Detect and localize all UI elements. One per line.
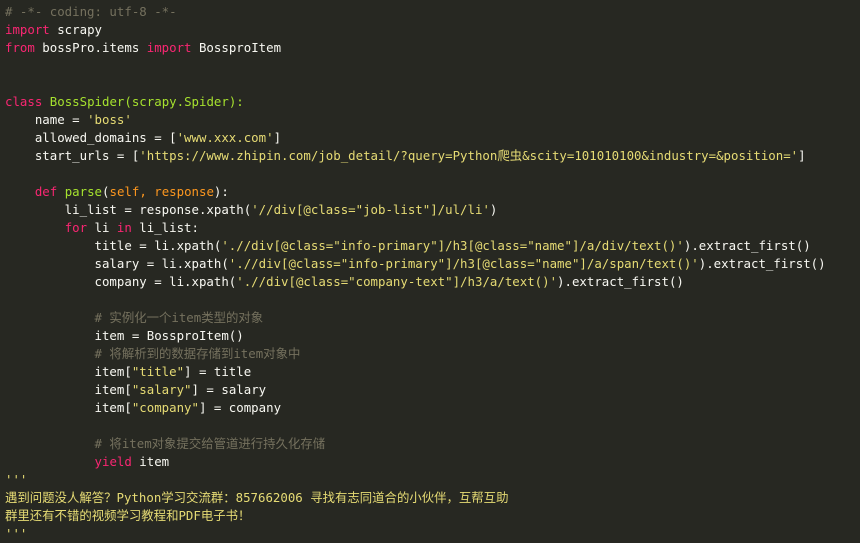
code-token: parse (64, 184, 103, 199)
code-token: ): (213, 184, 229, 199)
code-token: item[ (5, 382, 132, 397)
code-token: # 实例化一个item类型的对象 (5, 310, 264, 325)
code-line: from bossPro.items import BossproItem (5, 39, 860, 57)
code-line: ''' (5, 471, 860, 489)
code-token: self, response (109, 184, 214, 199)
code-line: for li in li_list: (5, 219, 860, 237)
code-token: ''' (5, 526, 28, 541)
code-token: item[ (5, 400, 132, 415)
code-line: name = 'boss' (5, 111, 860, 129)
code-line: 遇到问题没人解答？Python学习交流群：857662006 寻找有志同道合的小… (5, 489, 860, 507)
code-line: item["company"] = company (5, 399, 860, 417)
code-token: item = BossproItem() (5, 328, 244, 343)
code-token: def (34, 184, 58, 199)
code-token: salary = li.xpath( (5, 256, 229, 271)
code-line: # 将解析到的数据存储到item对象中 (5, 345, 860, 363)
code-line: allowed_domains = ['www.xxx.com'] (5, 129, 860, 147)
code-token: li_list = response.xpath( (5, 202, 252, 217)
code-line: class BossSpider(scrapy.Spider): (5, 93, 860, 111)
code-token: # 将item对象提交给管道进行持久化存储 (5, 436, 326, 451)
code-token: for (64, 220, 88, 235)
code-token: './/div[@class="info-primary"]/h3[@class… (221, 238, 684, 253)
code-token: ) (489, 202, 498, 217)
code-token: # 将解析到的数据存储到item对象中 (5, 346, 301, 361)
code-token: 群里还有不错的视频学习教程和PDF电子书！ (5, 508, 251, 523)
code-line: def parse(self, response): (5, 183, 860, 201)
code-line: title = li.xpath('.//div[@class="info-pr… (5, 237, 860, 255)
code-line: li_list = response.xpath('//div[@class="… (5, 201, 860, 219)
code-token: ).extract_first() (557, 274, 684, 289)
code-token: li_list: (131, 220, 199, 235)
code-line: item["title"] = title (5, 363, 860, 381)
code-token: 'boss' (87, 112, 132, 127)
code-line: 群里还有不错的视频学习教程和PDF电子书！ (5, 507, 860, 525)
code-token: ] (798, 148, 806, 163)
code-token: import (146, 40, 192, 55)
code-token: allowed_domains = [ (5, 130, 177, 145)
code-line: start_urls = ['https://www.zhipin.com/jo… (5, 147, 860, 165)
code-line: # 将item对象提交给管道进行持久化存储 (5, 435, 860, 453)
code-token: "title" (131, 364, 185, 379)
code-token: 遇到问题没人解答？Python学习交流群：857662006 寻找有志同道合的小… (5, 490, 509, 505)
code-token: item[ (5, 364, 132, 379)
code-line: import scrapy (5, 21, 860, 39)
code-token: class (5, 94, 43, 109)
code-token: in (116, 220, 132, 235)
code-token: company = li.xpath( (5, 274, 237, 289)
code-token: BossSpider (49, 94, 125, 109)
code-token: ] = salary (191, 382, 267, 397)
code-line: # -*- coding: utf-8 -*- (5, 3, 860, 21)
code-token: 'https://www.zhipin.com/job_detail/?quer… (139, 148, 799, 163)
code-token: item (131, 454, 170, 469)
code-line: company = li.xpath('.//div[@class="compa… (5, 273, 860, 291)
code-token: bossPro.items (34, 40, 147, 55)
code-token: ] (273, 130, 282, 145)
code-token: 'www.xxx.com' (176, 130, 274, 145)
code-line: item["salary"] = salary (5, 381, 860, 399)
code-line: # 实例化一个item类型的对象 (5, 309, 860, 327)
code-token: scrapy (49, 22, 102, 37)
code-token: '//div[@class="job-list"]/ul/li' (251, 202, 490, 217)
code-line: salary = li.xpath('.//div[@class="info-p… (5, 255, 860, 273)
code-token: ] = title (184, 364, 252, 379)
code-token: ).extract_first() (683, 238, 811, 253)
code-line: item = BossproItem() (5, 327, 860, 345)
code-token: start_urls = [ (5, 148, 140, 163)
code-token: BossproItem (191, 40, 282, 55)
code-token: './/div[@class="company-text"]/h3/a/text… (236, 274, 558, 289)
code-token: ).extract_first() (698, 256, 826, 271)
code-line: yield item (5, 453, 860, 471)
code-token: "company" (131, 400, 199, 415)
code-token: (scrapy.Spider): (124, 94, 244, 109)
code-token: import (5, 22, 50, 37)
code-token: './/div[@class="info-primary"]/h3[@class… (228, 256, 699, 271)
code-token: "salary" (131, 382, 192, 397)
code-token: from (5, 40, 35, 55)
code-token: name = (5, 112, 88, 127)
code-token: li (87, 220, 117, 235)
code-token: # -*- coding: utf-8 -*- (5, 4, 177, 19)
code-token: yield (94, 454, 132, 469)
code-editor[interactable]: # -*- coding: utf-8 -*- import scrapy from… (0, 0, 860, 541)
code-token: ] = company (198, 400, 282, 415)
code-token: title = li.xpath( (5, 238, 222, 253)
code-token: ''' (5, 472, 28, 487)
code-line: ''' (5, 525, 860, 543)
